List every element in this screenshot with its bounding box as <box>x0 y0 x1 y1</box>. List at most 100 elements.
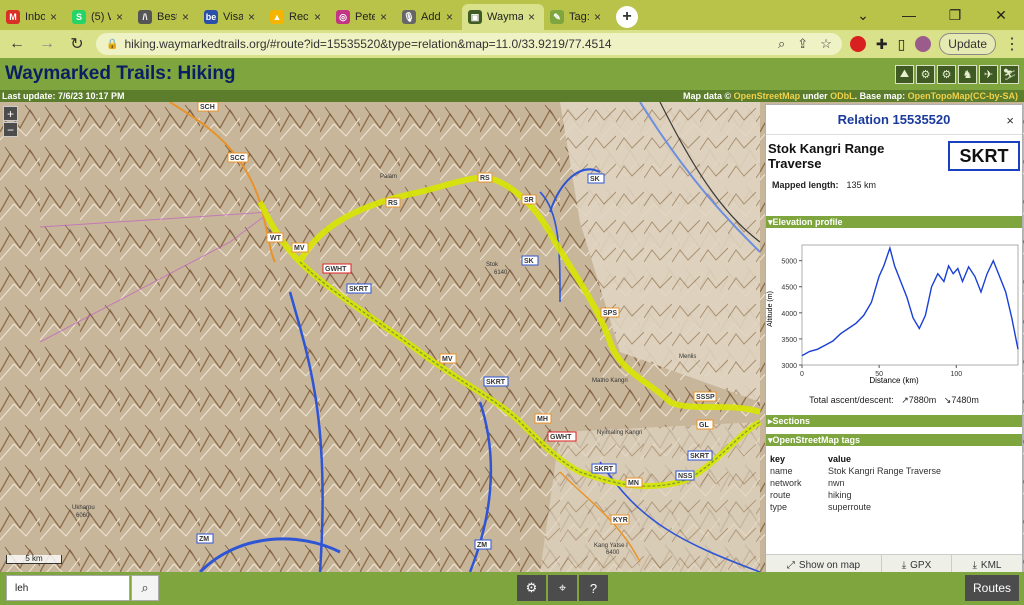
svg-text:6400: 6400 <box>606 550 620 556</box>
slopes-layer-icon[interactable]: ⛷ <box>1000 64 1019 84</box>
tags-value-header: value <box>828 454 852 464</box>
pin-icon[interactable]: ⌖ <box>548 575 577 601</box>
hiking-layer-icon[interactable]: ⛰ <box>895 64 914 84</box>
cycling-layer-icon[interactable]: ⚙ <box>916 64 935 84</box>
mtb-layer-icon[interactable]: ⚙ <box>937 64 956 84</box>
tag-key: network <box>770 478 802 488</box>
table-row: name Stok Kangri Range Traverse <box>770 465 1020 477</box>
reload-icon[interactable]: ↻ <box>66 34 88 54</box>
svg-text:SK: SK <box>524 258 534 265</box>
browser-tab[interactable]: M Inbox (× <box>0 4 66 30</box>
svg-text:Nyimaling Kangri: Nyimaling Kangri <box>597 430 642 436</box>
odbl-link[interactable]: ODbL <box>830 91 855 101</box>
back-icon[interactable]: ← <box>6 35 28 53</box>
search-input[interactable] <box>6 575 130 601</box>
tab-favicon-icon: S <box>72 10 86 24</box>
extensions-puzzle-icon[interactable]: ✚ <box>876 36 888 53</box>
panel-header: Relation 15535520 × <box>766 105 1022 135</box>
zoom-in-button[interactable]: + <box>3 106 18 121</box>
svg-text:SCC: SCC <box>230 155 245 162</box>
y-tick-label: 3000 <box>781 363 797 370</box>
tab-close-icon[interactable]: × <box>594 10 604 24</box>
tab-close-icon[interactable]: × <box>380 10 390 24</box>
close-icon[interactable]: × <box>1006 113 1014 128</box>
elevation-line <box>801 245 1019 357</box>
tab-close-icon[interactable]: × <box>528 10 538 24</box>
chart-axes: 300035004000450050000 50 100 <box>781 244 1019 378</box>
more-menu-icon[interactable]: ⋮ <box>1004 34 1020 54</box>
forward-icon[interactable]: → <box>36 35 58 53</box>
osm-tags-header[interactable]: ▾OpenStreetMap tags <box>766 434 1022 446</box>
browser-tab[interactable]: ✎ Tag:rou × <box>544 4 610 30</box>
gear-icon[interactable]: ⚙ <box>517 575 546 601</box>
route-detail-panel: Relation 15535520 × Stok Kangri Range Tr… <box>765 104 1023 576</box>
tab-close-icon[interactable]: × <box>182 10 192 24</box>
osm-link[interactable]: OpenStreetMap <box>734 91 801 101</box>
download-icon: ⤓ <box>972 560 977 571</box>
info-bar: Last update: 7/6/23 10:17 PM Map data © … <box>0 90 1024 102</box>
svg-text:GWHT: GWHT <box>550 434 572 441</box>
bookmark-star-icon[interactable]: ☆ <box>820 36 832 52</box>
svg-text:Ukharpu: Ukharpu <box>72 505 95 511</box>
browser-tab[interactable]: ◎ Peter V × <box>330 4 396 30</box>
svg-text:Palam: Palam <box>380 174 397 180</box>
close-window-icon[interactable]: ✕ <box>978 7 1024 24</box>
tab-close-icon[interactable]: × <box>314 10 324 24</box>
svg-text:MV: MV <box>294 245 305 252</box>
zoom-out-button[interactable]: − <box>3 122 18 137</box>
tab-close-icon[interactable]: × <box>248 10 258 24</box>
tab-close-icon[interactable]: × <box>116 10 126 24</box>
svg-text:6140: 6140 <box>494 270 508 276</box>
sections-header[interactable]: ▸Sections <box>766 415 1022 427</box>
plot-frame <box>801 244 1019 366</box>
svg-text:SCH: SCH <box>200 104 215 111</box>
window-controls: ⌄ — ❐ ✕ <box>840 0 1024 30</box>
tab-favicon-icon: ✎ <box>550 10 564 24</box>
lock-icon: 🔒 <box>106 38 119 50</box>
svg-text:SKRT: SKRT <box>594 466 614 473</box>
url-field[interactable]: 🔒 hiking.waymarkedtrails.org/#route?id=1… <box>96 33 842 55</box>
routes-button[interactable]: Routes <box>965 575 1019 601</box>
avatar[interactable] <box>915 36 932 52</box>
elevation-profile-header[interactable]: ▾Elevation profile <box>766 216 1022 228</box>
ascent-descent: Total ascent/descent: ↗7880m ↘7480m <box>809 395 979 405</box>
minimize-icon[interactable]: — <box>886 7 932 23</box>
update-button[interactable]: Update <box>939 33 996 55</box>
browser-tab[interactable]: /\ Best Ba × <box>132 4 198 30</box>
relation-title: Relation 15535520 <box>837 112 951 127</box>
riding-layer-icon[interactable]: ♞ <box>958 64 977 84</box>
skating-layer-icon[interactable]: ✈ <box>979 64 998 84</box>
browser-tab[interactable]: ▣ Waymar × <box>462 4 544 30</box>
scale-bar: 5 km <box>6 555 62 564</box>
zoom-icon[interactable]: ⌕ <box>778 36 785 52</box>
tab-close-icon[interactable]: × <box>50 10 60 24</box>
help-icon[interactable]: ? <box>579 575 608 601</box>
tag-key: type <box>770 502 788 512</box>
y-tick-label: 4000 <box>781 311 797 318</box>
browser-tab[interactable]: S (5) Wha × <box>66 4 132 30</box>
search-icon[interactable]: ⌕ <box>131 575 159 601</box>
side-panel-icon[interactable]: ▯ <box>898 36 906 53</box>
share-icon[interactable]: ⇪ <box>797 36 808 52</box>
new-tab-button[interactable]: + <box>616 6 638 28</box>
svg-text:RS: RS <box>480 175 490 182</box>
browser-tab[interactable]: 🎙 Address × <box>396 4 462 30</box>
tags-key-header: key <box>770 454 786 464</box>
tab-label: Peter V <box>355 11 375 23</box>
tab-close-icon[interactable]: × <box>446 10 456 24</box>
restore-icon[interactable]: ❐ <box>932 7 978 24</box>
svg-text:ZM: ZM <box>477 542 487 549</box>
svg-text:SPS: SPS <box>603 310 617 317</box>
svg-text:NSS: NSS <box>678 473 693 480</box>
tab-label: Tag:rou <box>569 11 589 23</box>
app-header: Waymarked Trails: Hiking ⛰ ⚙ ⚙ ♞ ✈ ⛷ <box>0 58 1024 90</box>
browser-tab[interactable]: ▲ Recent × <box>264 4 330 30</box>
tag-value: nwn <box>828 478 845 488</box>
opentopomap-link[interactable]: OpenTopoMap(CC-by-SA) <box>908 91 1018 101</box>
browser-tab[interactable]: be Visa on × <box>198 4 264 30</box>
x-axis-label: Distance (km) <box>869 376 919 385</box>
extension-opera-icon[interactable] <box>849 36 866 52</box>
chevron-down-icon[interactable]: ⌄ <box>840 7 886 24</box>
table-row: network nwn <box>770 477 1020 489</box>
bottom-toolbar: ⌕ ⚙ ⌖ ? Routes <box>0 572 1024 605</box>
